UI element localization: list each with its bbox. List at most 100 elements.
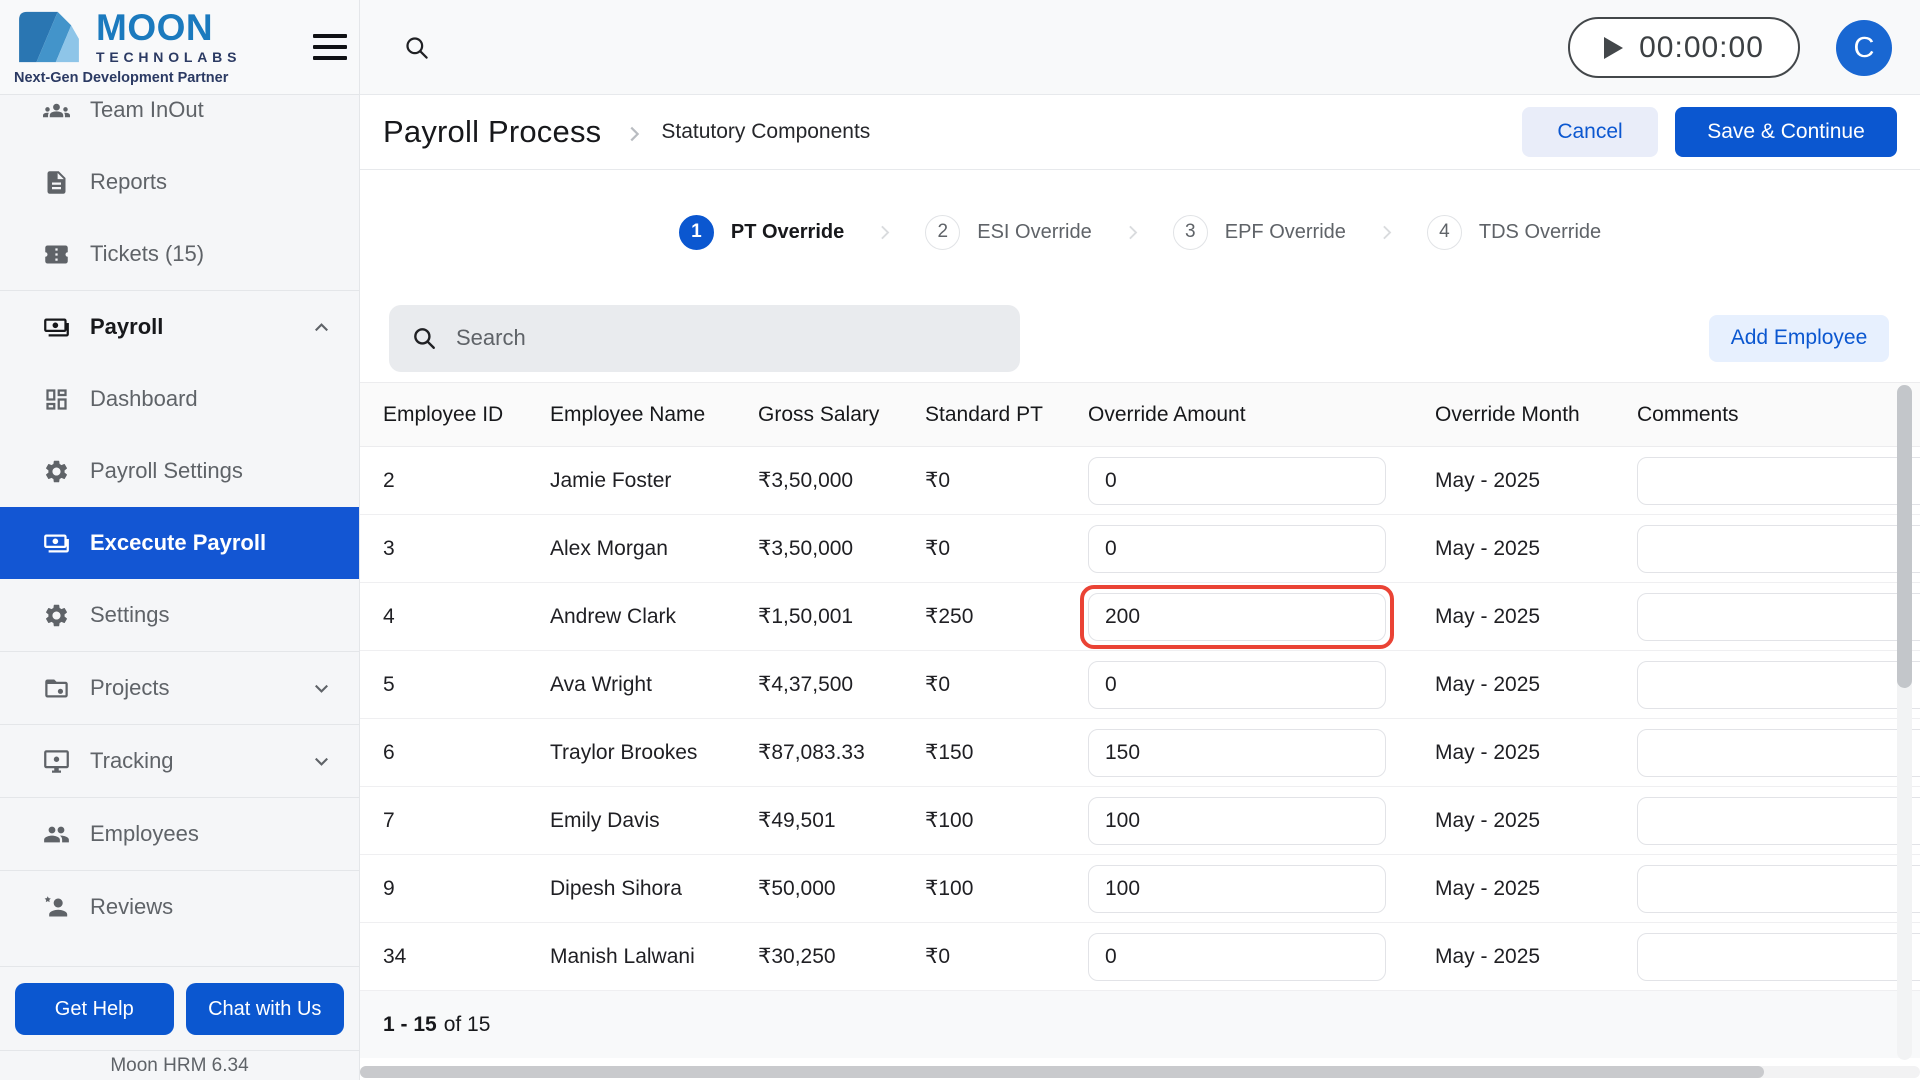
- table-row: 9Dipesh Sihora₹50,000₹100May - 2025: [360, 855, 1920, 923]
- chevron-right-icon: [1122, 222, 1143, 243]
- sidebar-item-team-inout[interactable]: Team InOut: [0, 96, 359, 146]
- get-help-button[interactable]: Get Help: [15, 983, 174, 1035]
- brand-name: MOON: [96, 9, 241, 46]
- sidebar-item-label: Reviews: [90, 894, 173, 920]
- table-header-row: Employee IDEmployee NameGross SalaryStan…: [360, 382, 1920, 447]
- table-row: 2Jamie Foster₹3,50,000₹0May - 2025: [360, 447, 1920, 515]
- chevron-right-icon: [874, 222, 895, 243]
- step-number: 4: [1427, 215, 1462, 250]
- table-row: 6Traylor Brookes₹87,083.33₹150May - 2025: [360, 719, 1920, 787]
- employee-name-cell: Dipesh Sihora: [550, 877, 758, 901]
- comment-input[interactable]: [1637, 933, 1920, 981]
- save-continue-button[interactable]: Save & Continue: [1675, 107, 1897, 157]
- comment-input[interactable]: [1637, 797, 1920, 845]
- vertical-scrollbar-thumb[interactable]: [1897, 385, 1912, 688]
- sidebar-item-tracking[interactable]: Tracking: [0, 725, 359, 797]
- play-icon[interactable]: [1604, 37, 1623, 59]
- step-label: TDS Override: [1479, 221, 1601, 244]
- standard-pt-cell: ₹100: [925, 808, 1088, 833]
- override-amount-input[interactable]: [1088, 797, 1386, 845]
- employee-name-cell: Ava Wright: [550, 673, 758, 697]
- stepper-step-epf-override[interactable]: 3EPF Override: [1173, 215, 1346, 250]
- override-month-cell: May - 2025: [1435, 673, 1637, 697]
- employee-name-cell: Alex Morgan: [550, 537, 758, 561]
- comment-input[interactable]: [1637, 865, 1920, 913]
- override-amount-input[interactable]: [1088, 729, 1386, 777]
- comment-input[interactable]: [1637, 457, 1920, 505]
- vertical-scrollbar[interactable]: [1897, 385, 1912, 1060]
- sidebar-item-reviews[interactable]: Reviews: [0, 871, 359, 943]
- sidebar-item-projects[interactable]: Projects: [0, 652, 359, 724]
- timer-widget[interactable]: 00:00:00: [1568, 17, 1800, 78]
- pagination-total: of 15: [444, 1013, 491, 1037]
- sidebar-item-settings[interactable]: Settings: [0, 579, 359, 651]
- stepper-step-pt-override[interactable]: 1PT Override: [679, 215, 844, 250]
- brand-subname: TECHNOLABS: [96, 49, 241, 65]
- global-search-button[interactable]: [403, 34, 430, 61]
- standard-pt-cell: ₹0: [925, 536, 1088, 561]
- sidebar-item-label: Projects: [90, 675, 169, 701]
- override-month-cell: May - 2025: [1435, 605, 1637, 629]
- chevron-down-icon: [310, 750, 333, 773]
- comments-cell: [1637, 933, 1920, 981]
- override-amount-input[interactable]: [1088, 661, 1386, 709]
- column-header: Override Month: [1435, 403, 1637, 427]
- override-field-wrap: [1080, 721, 1394, 785]
- sidebar-item-payroll[interactable]: Payroll: [0, 291, 359, 363]
- table-search[interactable]: [389, 305, 1020, 372]
- override-month-cell: May - 2025: [1435, 945, 1637, 969]
- override-amount-input[interactable]: [1088, 593, 1386, 641]
- sidebar-header: MOON TECHNOLABS Next-Gen Development Par…: [0, 0, 359, 95]
- menu-toggle-button[interactable]: [313, 34, 347, 60]
- step-label: EPF Override: [1225, 221, 1346, 244]
- override-field-wrap: [1080, 449, 1394, 513]
- comment-input[interactable]: [1637, 729, 1920, 777]
- comments-cell: [1637, 525, 1920, 573]
- avatar[interactable]: C: [1836, 20, 1892, 76]
- override-amount-input[interactable]: [1088, 865, 1386, 913]
- override-month-cell: May - 2025: [1435, 877, 1637, 901]
- override-amount-cell: [1088, 857, 1435, 921]
- override-amount-input[interactable]: [1088, 525, 1386, 573]
- sidebar-item-employees[interactable]: Employees: [0, 798, 359, 870]
- comment-input[interactable]: [1637, 593, 1920, 641]
- pagination-range: 1 - 15: [383, 1013, 437, 1037]
- chevron-up-icon: [310, 316, 333, 339]
- stepper-step-esi-override[interactable]: 2ESI Override: [925, 215, 1091, 250]
- horizontal-scrollbar-thumb[interactable]: [360, 1066, 1764, 1078]
- add-employee-button[interactable]: Add Employee: [1709, 315, 1889, 362]
- override-month-cell: May - 2025: [1435, 537, 1637, 561]
- standard-pt-cell: ₹150: [925, 740, 1088, 765]
- comments-cell: [1637, 797, 1920, 845]
- step-label: PT Override: [731, 221, 844, 244]
- sidebar-item-label: Dashboard: [90, 386, 198, 412]
- override-amount-cell: [1088, 653, 1435, 717]
- employee-id-cell: 9: [360, 877, 550, 901]
- column-header: Standard PT: [925, 403, 1088, 427]
- horizontal-scrollbar[interactable]: [360, 1066, 1920, 1078]
- comment-input[interactable]: [1637, 525, 1920, 573]
- table-row: 7Emily Davis₹49,501₹100May - 2025: [360, 787, 1920, 855]
- gross-salary-cell: ₹87,083.33: [758, 740, 925, 765]
- sidebar-item-excecute-payroll[interactable]: Excecute Payroll: [0, 507, 359, 579]
- sidebar-item-dashboard[interactable]: Dashboard: [0, 363, 359, 435]
- chat-with-us-button[interactable]: Chat with Us: [186, 983, 345, 1035]
- standard-pt-cell: ₹0: [925, 468, 1088, 493]
- projects-icon: [43, 675, 70, 702]
- stepper-step-tds-override[interactable]: 4 TDS Override: [1427, 215, 1601, 250]
- brand-logo: MOON TECHNOLABS Next-Gen Development Par…: [14, 9, 241, 86]
- override-amount-input[interactable]: [1088, 933, 1386, 981]
- pagination: 1 - 15 of 15: [360, 991, 1920, 1058]
- employee-name-cell: Andrew Clark: [550, 605, 758, 629]
- override-amount-input[interactable]: [1088, 457, 1386, 505]
- page-title: Payroll Process: [383, 114, 601, 150]
- cancel-button[interactable]: Cancel: [1522, 107, 1658, 157]
- comment-input[interactable]: [1637, 661, 1920, 709]
- override-field-wrap: [1080, 925, 1394, 989]
- sidebar-item-payroll-settings[interactable]: Payroll Settings: [0, 435, 359, 507]
- sidebar-item-reports[interactable]: Reports: [0, 146, 359, 218]
- sidebar-item-tickets-15[interactable]: Tickets (15): [0, 218, 359, 290]
- employees-icon: [43, 821, 70, 848]
- search-input[interactable]: [454, 324, 998, 352]
- employee-name-cell: Jamie Foster: [550, 469, 758, 493]
